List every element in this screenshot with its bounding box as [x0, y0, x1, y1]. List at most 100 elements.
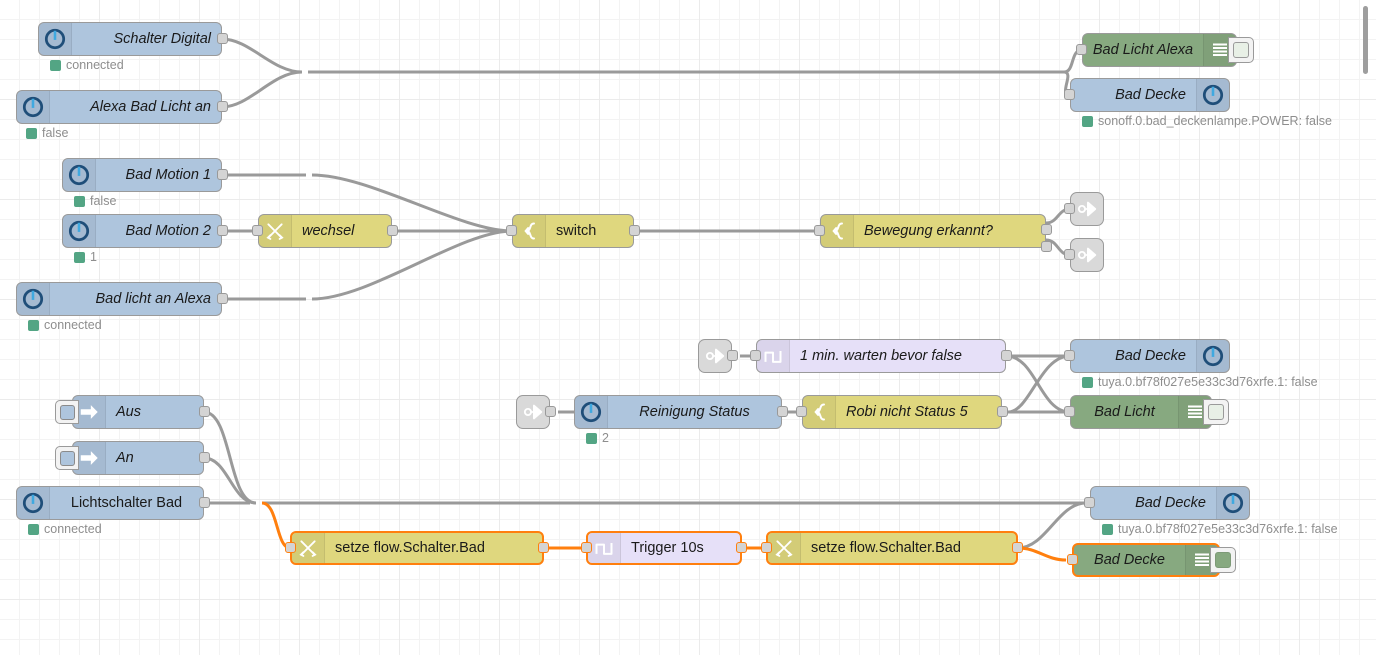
node-switch[interactable]: switch: [506, 214, 640, 248]
node-status-reinigung-status: 2: [586, 431, 609, 445]
node-bad-decke-mid[interactable]: Bad Decke: [1064, 339, 1230, 373]
debug-toggle-button[interactable]: [1228, 37, 1254, 63]
output-port[interactable]: [538, 542, 549, 553]
node-an[interactable]: An: [55, 441, 210, 475]
input-port[interactable]: [1064, 203, 1075, 214]
node-label: 1 min. warten bevor false: [800, 348, 962, 364]
output-port[interactable]: [997, 406, 1008, 417]
output-port[interactable]: [199, 406, 210, 417]
input-port[interactable]: [285, 542, 296, 553]
output-port[interactable]: [199, 452, 210, 463]
node-label: Reinigung Status: [639, 404, 750, 420]
status-text: 2: [602, 431, 609, 445]
input-port[interactable]: [1084, 497, 1095, 508]
node-bad-licht-an-alexa[interactable]: Bad licht an Alexa: [16, 282, 228, 316]
input-port[interactable]: [814, 225, 825, 236]
output-port[interactable]: [727, 350, 738, 361]
debug-toggle-indicator: [1215, 552, 1231, 568]
output-port[interactable]: [217, 33, 228, 44]
status-text: sonoff.0.bad_deckenlampe.POWER: false: [1098, 114, 1332, 128]
link-out-icon: [1077, 247, 1097, 263]
output-port[interactable]: [217, 225, 228, 236]
output-port[interactable]: [217, 101, 228, 112]
node-label: Trigger 10s: [631, 540, 704, 556]
node-label: Bad licht an Alexa: [95, 291, 211, 307]
node-lichtschalter-bad[interactable]: Lichtschalter Bad: [16, 486, 210, 520]
status-dot-icon: [74, 251, 85, 263]
node-label: Bad Decke: [1115, 87, 1186, 103]
node-bad-motion-1[interactable]: Bad Motion 1: [62, 158, 228, 192]
node-wechsel[interactable]: wechsel: [252, 214, 398, 248]
input-port[interactable]: [1064, 89, 1075, 100]
node-alexa-bad-licht-an[interactable]: Alexa Bad Licht an: [16, 90, 228, 124]
status-text: tuya.0.bf78f027e5e33c3d76xrfe.1: false: [1118, 522, 1338, 536]
trigger-icon: [757, 340, 790, 372]
output-port-2[interactable]: [1041, 241, 1052, 252]
node-1min-warten-bevor-false[interactable]: 1 min. warten bevor false: [750, 339, 1012, 373]
node-bad-decke-debug[interactable]: Bad Decke: [1067, 543, 1236, 577]
node-schalter-digital[interactable]: Schalter Digital: [38, 22, 228, 56]
node-reinigung-status[interactable]: Reinigung Status: [574, 395, 788, 429]
debug-toggle-button[interactable]: [1203, 399, 1229, 425]
node-aus[interactable]: Aus: [55, 395, 210, 429]
link-in-icon: [705, 348, 725, 364]
node-bad-licht[interactable]: Bad Licht: [1064, 395, 1229, 429]
node-label: Bad Motion 1: [125, 167, 211, 183]
output-port[interactable]: [1012, 542, 1023, 553]
input-port[interactable]: [1076, 44, 1087, 55]
input-port[interactable]: [1064, 350, 1075, 361]
change-icon: [259, 215, 292, 247]
flow-canvas[interactable]: Schalter Digital connected Alexa Bad Lic…: [0, 0, 1376, 655]
input-port[interactable]: [750, 350, 761, 361]
node-link-out-2[interactable]: [1064, 238, 1104, 272]
node-label: setze flow.Schalter.Bad: [335, 540, 485, 556]
node-bad-motion-2[interactable]: Bad Motion 2: [62, 214, 228, 248]
output-port[interactable]: [217, 169, 228, 180]
node-bad-decke-top[interactable]: Bad Decke: [1064, 78, 1230, 112]
inject-button-indicator: [59, 450, 75, 466]
status-dot-icon: [74, 195, 85, 207]
inject-button[interactable]: [55, 446, 79, 470]
inject-button[interactable]: [55, 400, 79, 424]
node-link-in-2[interactable]: [516, 395, 556, 429]
input-port[interactable]: [581, 542, 592, 553]
output-port[interactable]: [777, 406, 788, 417]
node-robi-nicht-status-5[interactable]: Robi nicht Status 5: [796, 395, 1008, 429]
power-circle-icon: [1216, 487, 1249, 519]
node-bad-licht-alexa[interactable]: Bad Licht Alexa: [1076, 33, 1254, 67]
output-port[interactable]: [217, 293, 228, 304]
output-port-1[interactable]: [1041, 224, 1052, 235]
node-setze-flow-schalter-bad-2[interactable]: setze flow.Schalter.Bad: [761, 531, 1023, 565]
node-label: Bad Motion 2: [125, 223, 211, 239]
output-port[interactable]: [387, 225, 398, 236]
input-port[interactable]: [1064, 249, 1075, 260]
input-port[interactable]: [761, 542, 772, 553]
vertical-scrollbar[interactable]: [1363, 6, 1368, 74]
output-port[interactable]: [736, 542, 747, 553]
input-port[interactable]: [796, 406, 807, 417]
input-port[interactable]: [1064, 406, 1075, 417]
output-port[interactable]: [629, 225, 640, 236]
input-port[interactable]: [252, 225, 263, 236]
node-label: Bad Decke: [1094, 552, 1165, 568]
input-port[interactable]: [506, 225, 517, 236]
node-trigger-10s[interactable]: Trigger 10s: [581, 531, 747, 565]
debug-toggle-button[interactable]: [1210, 547, 1236, 573]
node-link-out-1[interactable]: [1064, 192, 1104, 226]
status-text: tuya.0.bf78f027e5e33c3d76xrfe.1: false: [1098, 375, 1318, 389]
output-port[interactable]: [1001, 350, 1012, 361]
input-port[interactable]: [1067, 554, 1078, 565]
change-icon: [292, 533, 325, 563]
status-text: 1: [90, 250, 97, 264]
node-label: setze flow.Schalter.Bad: [811, 540, 961, 556]
output-port[interactable]: [199, 497, 210, 508]
node-bad-decke-bottom[interactable]: Bad Decke: [1084, 486, 1250, 520]
node-label: Lichtschalter Bad: [70, 495, 183, 511]
power-circle-icon: [575, 396, 608, 428]
output-port[interactable]: [545, 406, 556, 417]
node-setze-flow-schalter-bad-1[interactable]: setze flow.Schalter.Bad: [285, 531, 549, 565]
node-bewegung-erkannt[interactable]: Bewegung erkannt?: [814, 214, 1052, 252]
status-dot-icon: [26, 127, 37, 139]
node-status-schalter-digital: connected: [50, 58, 124, 72]
node-link-in-1[interactable]: [698, 339, 738, 373]
